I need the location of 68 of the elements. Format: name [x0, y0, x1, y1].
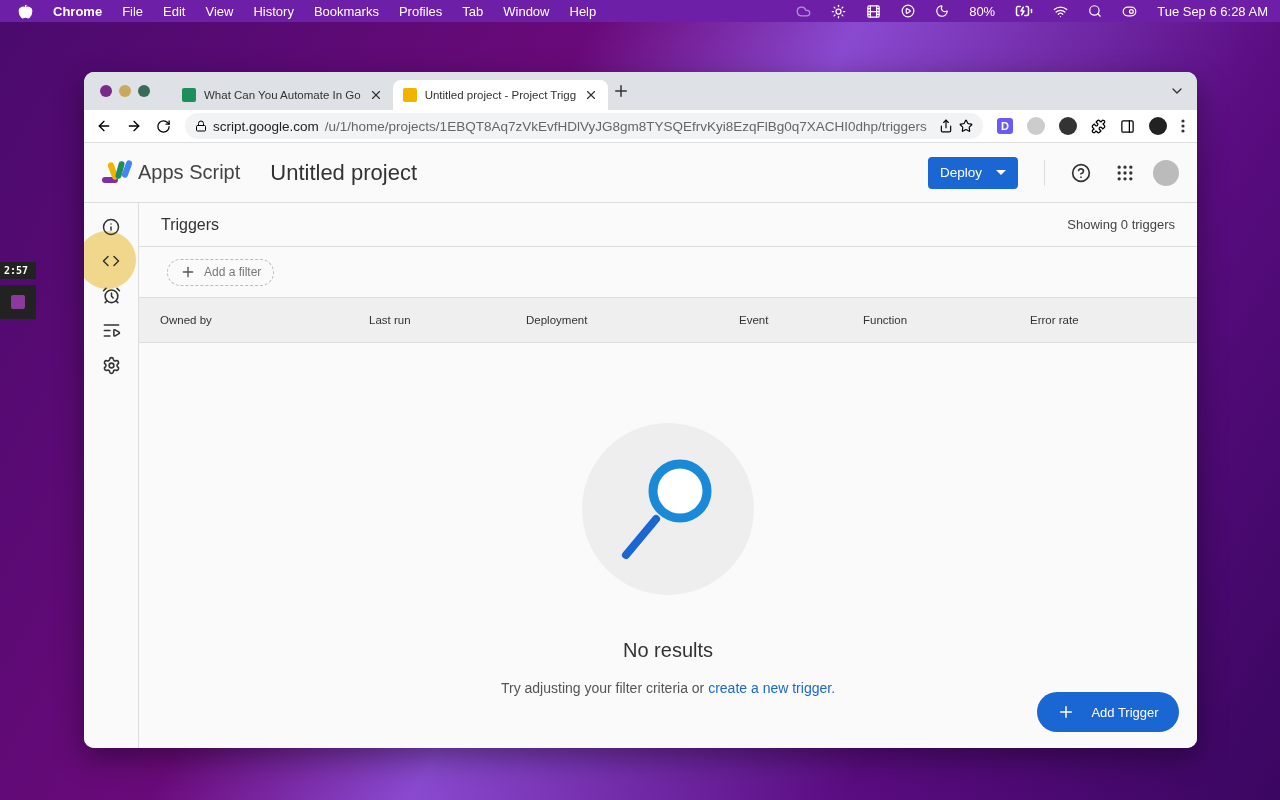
page-title: Triggers: [161, 215, 220, 234]
menu-item[interactable]: Help: [569, 3, 597, 19]
menu-item[interactable]: View: [205, 3, 234, 19]
url-path: /u/1/home/projects/1EBQT8Aq7zVkEvfHDlVyJG8gm8TYSQEfrvKyi8EzqFlBg0q7XACHI0dhp/triggers: [324, 118, 928, 134]
plus-icon: [180, 264, 196, 280]
alarm-clock-icon: [101, 286, 121, 305]
side-panel-icon: [1120, 118, 1135, 134]
apple-icon: [18, 3, 33, 19]
film-icon: [866, 3, 882, 19]
apps-script-logo-icon: [102, 159, 132, 186]
column-header[interactable]: Deployment: [526, 314, 739, 326]
back-icon: [96, 118, 112, 134]
share-icon: [939, 119, 953, 133]
column-header[interactable]: Owned by: [160, 314, 369, 326]
browser-tab[interactable]: What Can You Automate In Go: [172, 80, 393, 110]
favicon-icon: [402, 88, 417, 102]
more-icon: [1181, 119, 1185, 133]
menu-item[interactable]: Window: [503, 3, 550, 19]
forward-icon: [126, 118, 142, 134]
menu-item[interactable]: Edit: [163, 3, 186, 19]
wifi-icon: [1053, 3, 1069, 19]
column-header[interactable]: Error rate: [1030, 314, 1197, 326]
stop-button[interactable]: [0, 285, 36, 319]
info-icon: [102, 218, 120, 236]
menu-item[interactable]: File: [122, 3, 144, 19]
battery-percent: 80%: [969, 3, 996, 19]
profile-avatar[interactable]: [1149, 117, 1167, 135]
puzzle-icon: [1091, 118, 1106, 134]
play-icon: [901, 4, 916, 18]
menu-clock: Tue Sep 6 6:28 AM: [1157, 3, 1268, 19]
empty-message: Try adjusting your filter criteria or create a new trigger.: [500, 680, 836, 696]
close-light[interactable]: [100, 85, 112, 97]
extension-icon[interactable]: [1059, 117, 1077, 135]
menu-item[interactable]: Tab: [462, 3, 484, 19]
url-host: script.google.com: [213, 118, 319, 134]
sun-icon: [831, 3, 847, 19]
zoom-light[interactable]: [138, 85, 150, 97]
help-icon: [1071, 162, 1091, 183]
reload-icon: [156, 118, 171, 134]
column-header[interactable]: Function: [863, 314, 1030, 326]
menu-item[interactable]: Profiles: [398, 3, 443, 19]
column-header[interactable]: Event: [739, 314, 863, 326]
favicon-icon: [182, 88, 196, 102]
browser-tab[interactable]: Untitled project - Project Trigg: [392, 80, 609, 110]
caret-down-icon: [996, 170, 1006, 175]
menu-item[interactable]: History: [253, 3, 294, 19]
extension-button[interactable]: D: [997, 118, 1013, 134]
moon-icon: [935, 4, 950, 18]
cursor-highlight: [84, 231, 136, 289]
lock-icon: [195, 120, 207, 132]
search-icon: [1088, 4, 1103, 18]
trigger-count: Showing 0 triggers: [1067, 217, 1175, 232]
empty-title: No results: [623, 639, 713, 662]
project-title[interactable]: Untitled project: [270, 159, 417, 186]
create-trigger-link[interactable]: create a new trigger.: [708, 680, 836, 696]
menu-item[interactable]: Bookmarks: [313, 3, 379, 19]
add-trigger-button[interactable]: Add Trigger: [1037, 692, 1179, 732]
address-bar[interactable]: script.google.com /u/1/home/projects/1EBQT8Aq7zVkEvfHDlVyJG8gm8TYSQEfrvKyi8EzqFlBg0q7XACHI0dhp/triggers: [185, 113, 983, 139]
settings-icon: [101, 356, 121, 375]
cloud-icon: [796, 3, 812, 19]
list-play-icon: [101, 321, 121, 340]
deploy-button[interactable]: Deploy: [928, 156, 1018, 189]
product-name: Apps Script: [138, 161, 241, 184]
star-icon: [959, 119, 973, 133]
recording-timer: 2:57: [0, 262, 36, 279]
menu-app-name[interactable]: Chrome: [53, 3, 103, 19]
toggle-icon: [1122, 3, 1138, 19]
column-header[interactable]: Last run: [369, 314, 526, 326]
